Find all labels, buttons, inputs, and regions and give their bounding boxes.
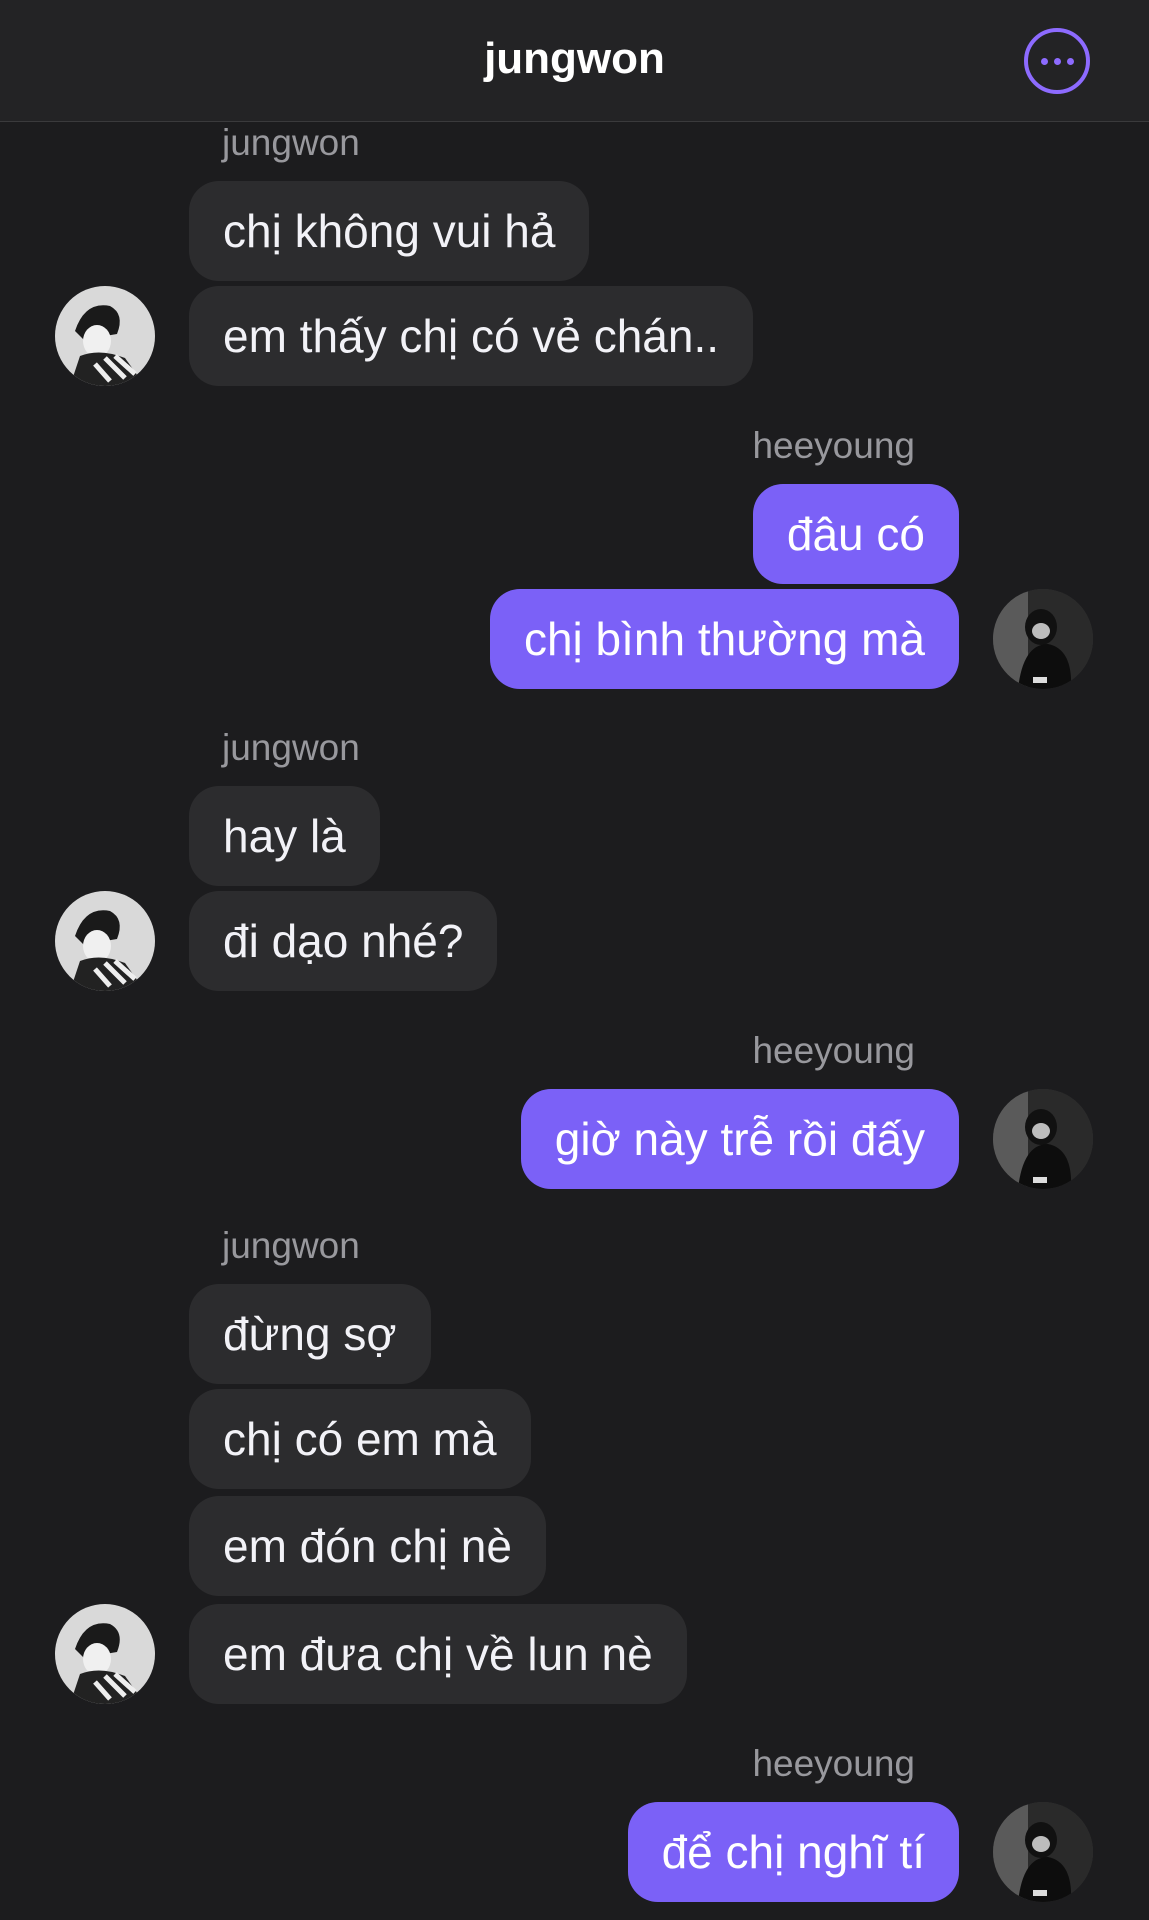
message-bubble[interactable]: đâu có (752, 484, 959, 584)
message-bubble[interactable]: em thấy chị có vẻ chán.. (189, 286, 754, 386)
sender-name: jungwon (222, 122, 360, 163)
message-bubble[interactable]: để chị nghĩ tí (627, 1802, 959, 1902)
avatar-heeyoung[interactable] (993, 589, 1093, 689)
avatar-jungwon-icon (55, 891, 155, 991)
sender-name: jungwon (222, 727, 360, 768)
avatar-heeyoung-icon (993, 1089, 1093, 1189)
message-bubble[interactable]: hay là (189, 786, 380, 886)
message-bubble[interactable]: giờ này trễ rồi đấy (520, 1089, 959, 1189)
message-bubble[interactable]: đừng sợ (189, 1284, 431, 1384)
more-options-button[interactable] (1024, 28, 1090, 94)
message-bubble[interactable]: đi dạo nhé? (189, 891, 498, 991)
chat-header: jungwon (0, 0, 1149, 122)
message-bubble[interactable]: em đón chị nè (189, 1496, 546, 1596)
avatar-jungwon-icon (55, 1604, 155, 1704)
sender-name: jungwon (222, 1225, 360, 1266)
ellipsis-dot (1066, 57, 1074, 65)
avatar-heeyoung-icon (993, 1802, 1093, 1902)
sender-name: heeyoung (752, 1743, 915, 1784)
ellipsis-circle-icon (1040, 57, 1048, 65)
message-bubble[interactable]: em đưa chị về lun nè (189, 1604, 687, 1704)
avatar-jungwon[interactable] (55, 1604, 155, 1704)
message-bubble[interactable]: chị có em mà (189, 1389, 531, 1489)
avatar-heeyoung-icon (993, 589, 1093, 689)
avatar-jungwon-icon (55, 286, 155, 386)
message-bubble[interactable]: chị bình thường mà (489, 589, 959, 689)
avatar-heeyoung[interactable] (993, 1802, 1093, 1902)
avatar-jungwon[interactable] (55, 286, 155, 386)
ellipsis-dot (1053, 57, 1061, 65)
message-bubble[interactable]: chị không vui hả (189, 181, 590, 281)
message-list[interactable]: jungwon chị không vui hả em thấy chị có … (0, 122, 1149, 1920)
avatar-heeyoung[interactable] (993, 1089, 1093, 1189)
sender-name: heeyoung (752, 425, 915, 466)
sender-name: heeyoung (752, 1030, 915, 1071)
chat-title: jungwon (484, 34, 665, 83)
avatar-jungwon[interactable] (55, 891, 155, 991)
